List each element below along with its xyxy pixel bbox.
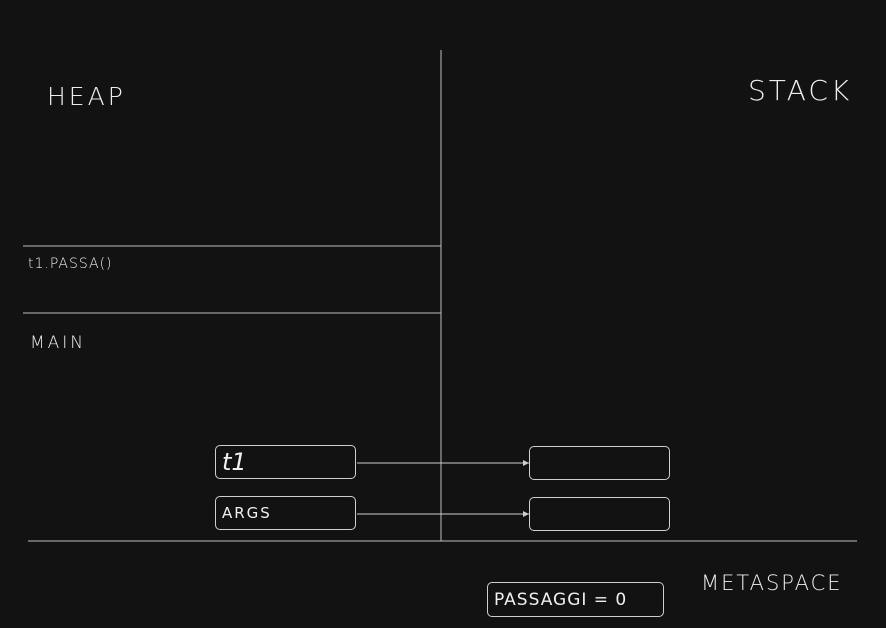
- args-object-box: [529, 497, 670, 531]
- args-variable-label: ARGS: [222, 504, 272, 522]
- heap-label: HEAP: [47, 82, 126, 111]
- t1-passa-frame-label: t1.PASSA(): [28, 256, 113, 272]
- t1-variable-label: t1: [222, 448, 247, 476]
- memory-diagram: HEAP STACK t1.PASSA() MAIN METASPACE t1 …: [0, 0, 886, 628]
- passaggi-static-box: PASSAGGI = 0: [487, 582, 664, 617]
- passaggi-static-label: PASSAGGI = 0: [494, 589, 628, 610]
- metaspace-label: METASPACE: [701, 571, 843, 595]
- t1-variable-box: t1: [215, 445, 356, 479]
- main-frame-label: MAIN: [30, 333, 87, 353]
- stack-label: STACK: [748, 74, 853, 107]
- t1-object-box: [529, 446, 670, 480]
- args-variable-box: ARGS: [215, 496, 356, 530]
